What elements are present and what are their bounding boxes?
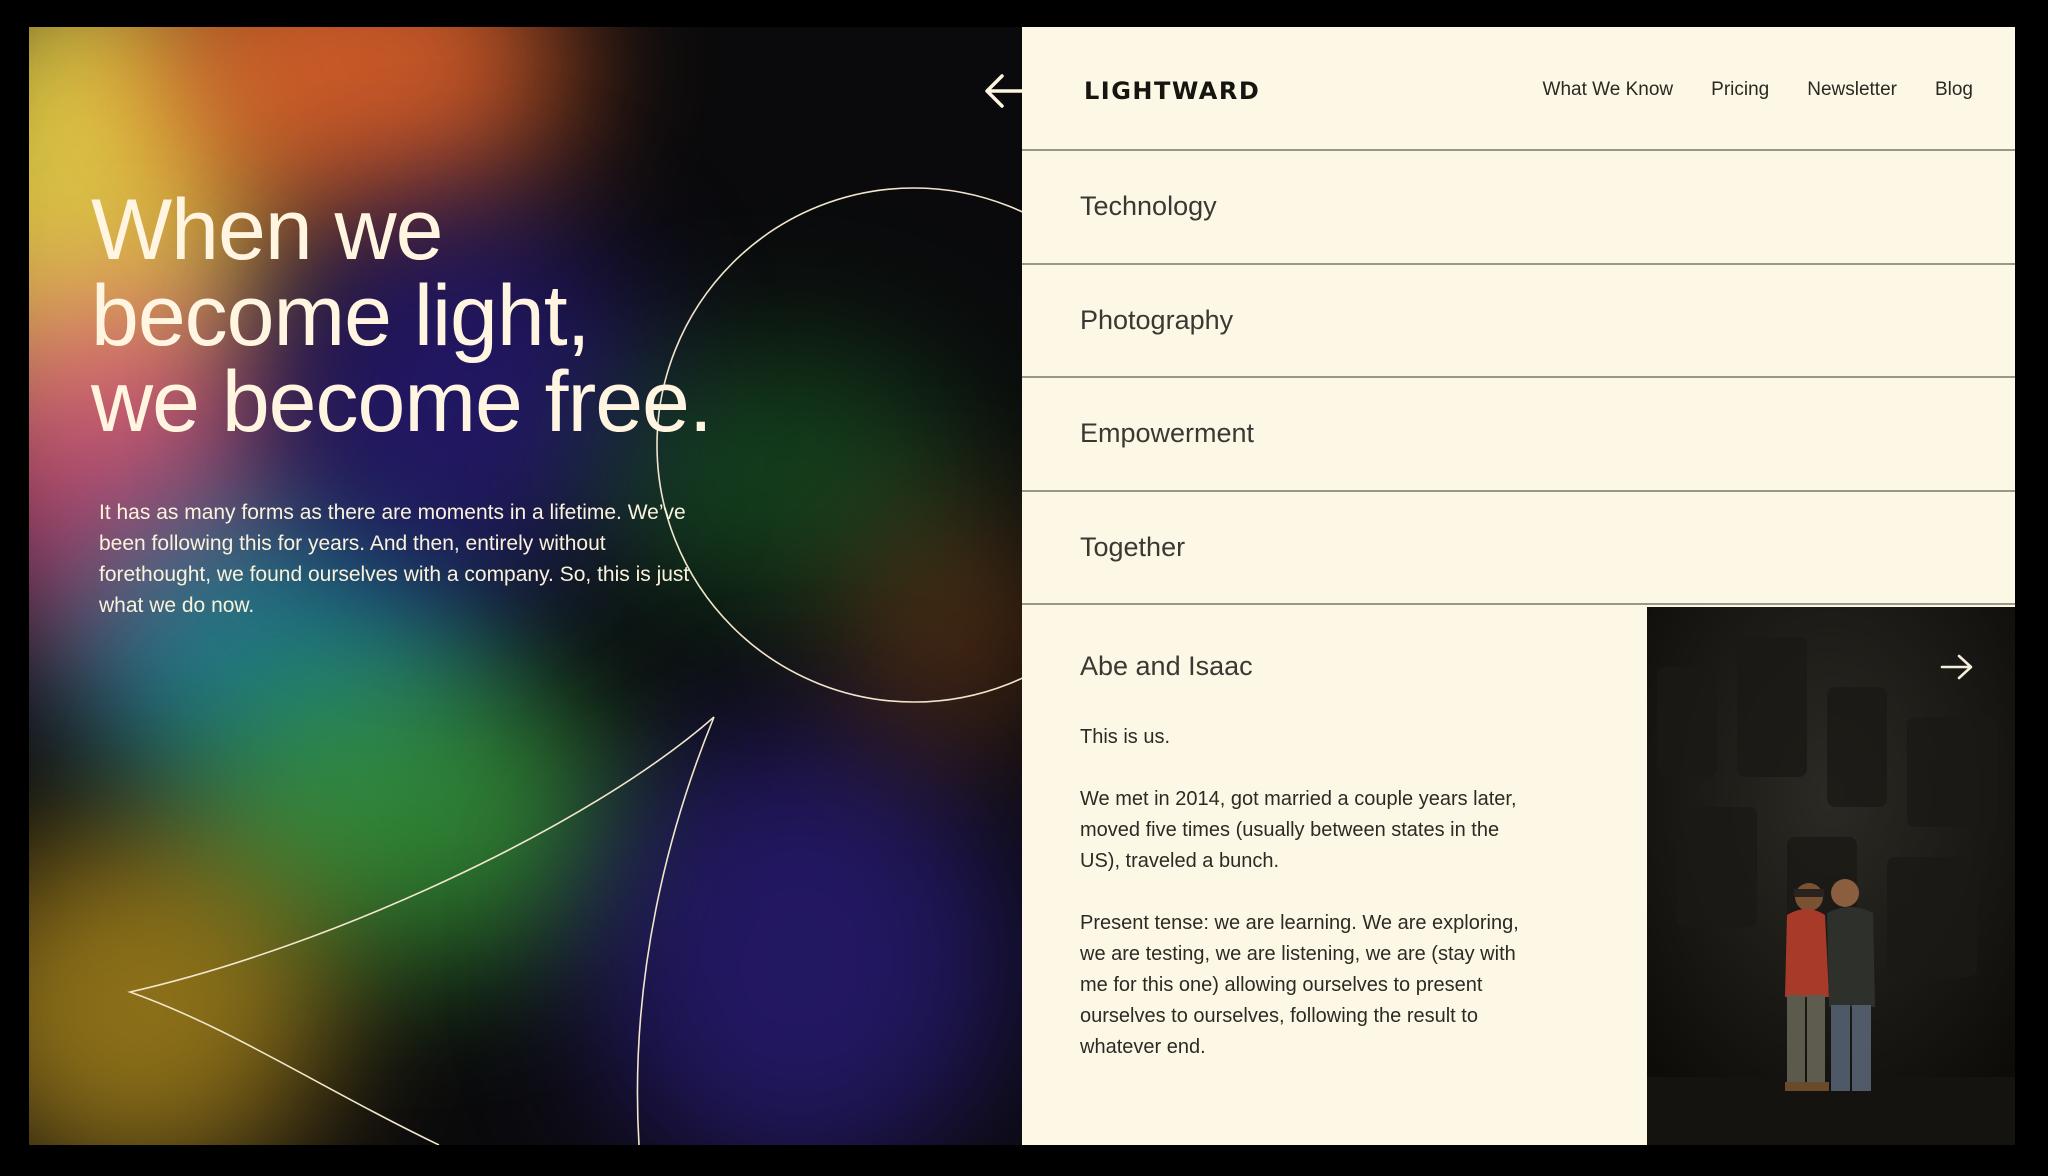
hero-title-line: become light, xyxy=(91,268,591,364)
topic-item-photography[interactable]: Photography xyxy=(1022,265,2015,378)
logo[interactable]: LIGHTWARD xyxy=(1084,77,1260,105)
story-title: Abe and Isaac xyxy=(1080,651,1253,681)
hero-body-text: It has as many forms as there are moment… xyxy=(99,501,690,617)
nav-link-what-we-know[interactable]: What We Know xyxy=(1543,79,1674,101)
hero-title: When we become light, we become free. xyxy=(91,187,851,445)
story-section: Abe and Isaac This is us. We met in 2014… xyxy=(1022,607,1647,1145)
topic-item-technology[interactable]: Technology xyxy=(1022,151,2015,265)
story-paragraph: Present tense: we are learning. We are e… xyxy=(1080,912,1519,1058)
story-paragraph: We met in 2014, got married a couple yea… xyxy=(1080,788,1517,872)
content-panel: LIGHTWARD What We Know Pricing Newslette… xyxy=(1022,27,2015,1145)
nav-link-pricing[interactable]: Pricing xyxy=(1711,79,1769,101)
photo-illustration xyxy=(1647,607,2015,1145)
couple-photo xyxy=(1647,607,2015,1145)
topic-item-together[interactable]: Together xyxy=(1022,492,2015,605)
top-navigation: LIGHTWARD What We Know Pricing Newslette… xyxy=(1022,27,2015,151)
forward-arrow-icon[interactable] xyxy=(1939,653,1975,681)
nav-link-newsletter[interactable]: Newsletter xyxy=(1807,79,1897,101)
nav-link-blog[interactable]: Blog xyxy=(1935,79,1973,101)
hero-title-line: When we xyxy=(91,182,444,278)
nav-links: What We Know Pricing Newsletter Blog xyxy=(1543,79,1973,101)
back-arrow-icon[interactable] xyxy=(982,69,1022,113)
story-paragraph: This is us. xyxy=(1080,726,1171,748)
hero-title-line: we become free. xyxy=(91,354,713,450)
hero-panel: When we become light, we become free. It… xyxy=(29,27,1022,1145)
topic-item-empowerment[interactable]: Empowerment xyxy=(1022,378,2015,492)
page-frame: When we become light, we become free. It… xyxy=(29,27,2015,1145)
topic-list: Technology Photography Empowerment Toget… xyxy=(1022,151,2015,605)
story-text: This is us. We met in 2014, got married … xyxy=(1080,722,1540,1094)
